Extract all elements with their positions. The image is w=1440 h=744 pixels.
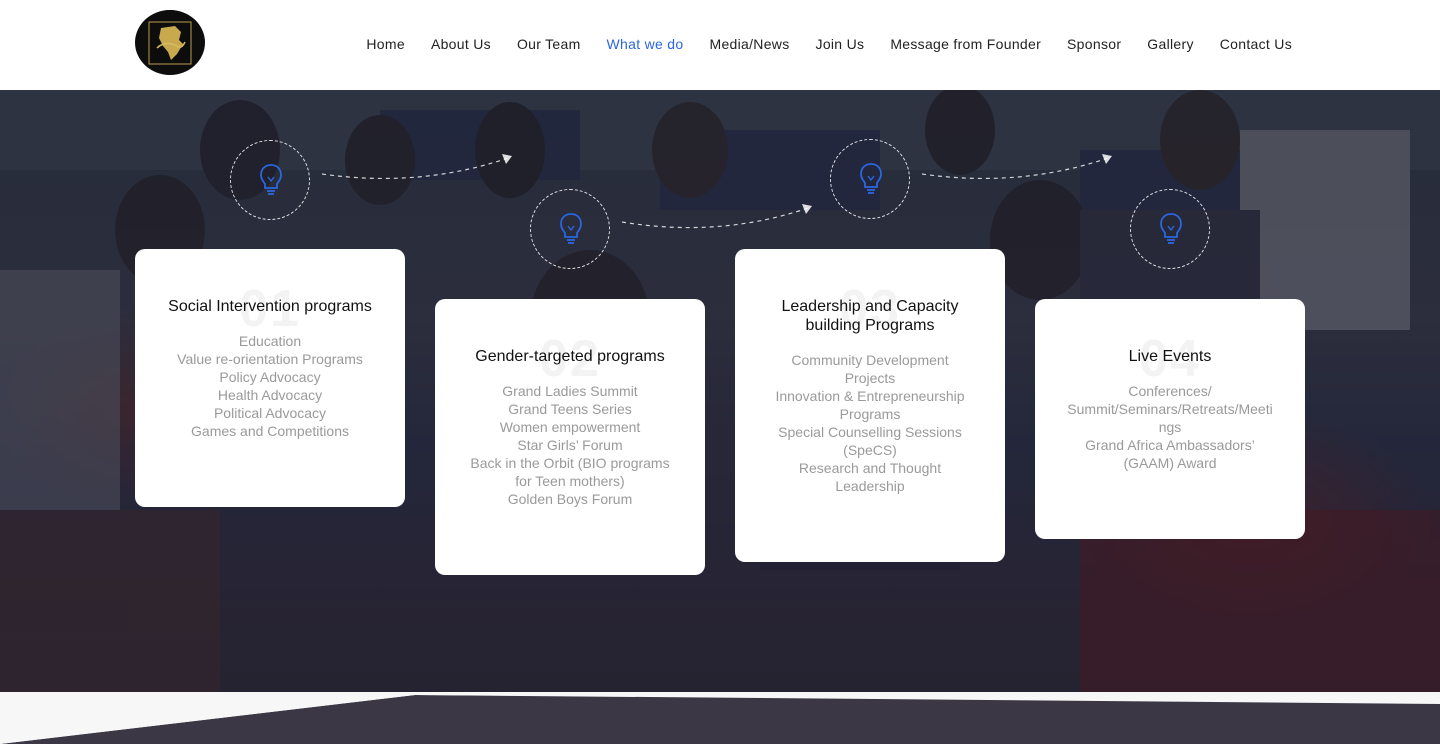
program-icon-circle-4: [1130, 189, 1210, 269]
lightbulb-icon: [1160, 213, 1182, 244]
program-card-1: 01 Social Intervention programs Educatio…: [135, 249, 405, 507]
lightbulb-icon: [260, 164, 282, 195]
lightbulb-icon: [860, 163, 882, 194]
program-item: Political Advocacy: [213, 405, 327, 421]
program-item: Innovation & Entrepreneurship Programs: [775, 388, 965, 422]
card-items: Grand Ladies Summit Grand Teens Series Wom…: [435, 382, 705, 508]
program-icon-circle-1: [230, 140, 310, 220]
lightbulb-icon: [560, 213, 582, 244]
card-items: Conferences/ Summit/Seminars/Retreats/Me…: [1035, 382, 1305, 472]
program-item: Health Advocacy: [217, 387, 323, 403]
card-title: Leadership and Capacity building Program…: [781, 298, 959, 334]
nav-link-gallery[interactable]: Gallery: [1147, 36, 1193, 52]
program-item: Education: [238, 333, 302, 349]
card-title: Live Events: [1128, 348, 1212, 365]
program-icon-circle-3: [830, 139, 910, 219]
nav-link-media-news[interactable]: Media/News: [709, 36, 789, 52]
card-items: Education Value re-orientation Programs Po…: [135, 332, 405, 440]
program-card-3: 03 Leadership and Capacity building Prog…: [735, 249, 1005, 562]
hero-section: 01 Social Intervention programs Educatio…: [0, 90, 1440, 744]
program-item: Grand Africa Ambassadors’ (GAAM) Award: [1085, 437, 1255, 471]
next-section-top: [0, 692, 1440, 744]
logo[interactable]: [135, 10, 205, 75]
site-header: Home About Us Our Team What we do Media/News…: [0, 0, 1440, 90]
nav-link-what-we-do[interactable]: What we do: [607, 36, 684, 52]
card-title: Gender-targeted programs: [475, 348, 665, 365]
program-item: Policy Advocacy: [219, 369, 321, 385]
program-item: Golden Boys Forum: [507, 491, 633, 507]
program-item: Research and Thought Leadership: [798, 460, 942, 494]
program-item: Games and Competitions: [191, 423, 349, 439]
nav-link-join-us[interactable]: Join Us: [816, 36, 865, 52]
program-item: Conferences/ Summit/Seminars/Retreats/Me…: [1067, 383, 1273, 435]
nav-link-message-from-founder[interactable]: Message from Founder: [890, 36, 1041, 52]
main-nav: Home About Us Our Team What we do Media/News…: [340, 36, 1292, 52]
nav-link-contact-us[interactable]: Contact Us: [1220, 36, 1292, 52]
program-item: Back in the Orbit (BIO programs for Teen…: [470, 455, 670, 489]
program-item: Grand Ladies Summit: [502, 383, 638, 399]
program-item: Women empowerment: [499, 419, 641, 435]
nav-link-home[interactable]: Home: [366, 36, 405, 52]
nav-link-sponsor[interactable]: Sponsor: [1067, 36, 1121, 52]
nav-link-about-us[interactable]: About Us: [431, 36, 491, 52]
program-item: Community Development Projects: [791, 352, 949, 386]
program-item: Star Girls’ Forum: [517, 437, 623, 453]
program-item: Grand Teens Series: [508, 401, 632, 417]
program-card-4: 04 Live Events Conferences/ Summit/Semin…: [1035, 299, 1305, 539]
program-item: Value re-orientation Programs: [177, 351, 363, 367]
program-icon-circle-2: [530, 189, 610, 269]
program-card-2: 02 Gender-targeted programs Grand Ladies…: [435, 299, 705, 575]
card-title: Social Intervention programs: [168, 298, 372, 315]
card-items: Community Development Projects Innovation…: [735, 351, 1005, 495]
program-item: Special Counselling Sessions (SpeCS): [778, 424, 962, 458]
nav-link-our-team[interactable]: Our Team: [517, 36, 581, 52]
